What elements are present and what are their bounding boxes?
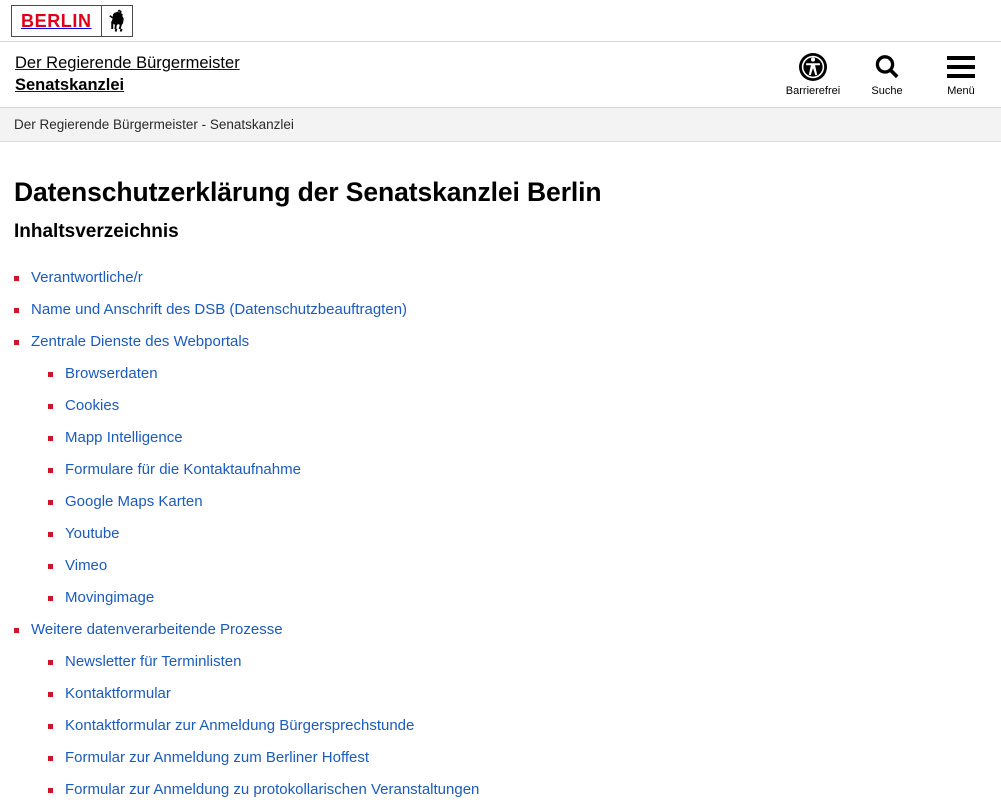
table-of-contents: Verantwortliche/r Name und Anschrift des … <box>14 262 987 806</box>
accessibility-icon <box>798 50 828 84</box>
bullet-square-icon <box>48 756 53 761</box>
bullet-square-icon <box>48 372 53 377</box>
toc-link[interactable]: Formulare für die Kontaktaufnahme <box>65 461 301 478</box>
toc-link[interactable]: Newsletter für Terminlisten <box>65 653 241 670</box>
berlin-logo-wordmark: BERLIN <box>21 10 92 31</box>
bullet-square-icon <box>14 276 19 281</box>
menu-label: Menü <box>947 85 975 97</box>
toc-link[interactable]: Formular zur Anmeldung zum Berliner Hoff… <box>65 749 369 766</box>
toc-item: Youtube <box>48 518 987 550</box>
toc-link[interactable]: Zentrale Dienste des Webportals <box>31 333 249 350</box>
search-label: Suche <box>871 85 903 97</box>
search-icon <box>872 50 902 84</box>
toc-item: Kontaktformular <box>48 678 987 710</box>
toc-item: Browserdaten <box>48 358 987 390</box>
header-tools: Barrierefrei Suche Menü <box>785 50 989 97</box>
toc-link[interactable]: Youtube <box>65 525 120 542</box>
bullet-square-icon <box>48 692 53 697</box>
toc-item: Verantwortliche/r <box>14 262 987 294</box>
site-title-primary: Der Regierende Bürgermeister <box>15 54 240 72</box>
accessibility-label: Barrierefrei <box>785 85 841 97</box>
bullet-square-icon <box>48 500 53 505</box>
bullet-square-icon <box>14 628 19 633</box>
toc-heading: Inhaltsverzeichnis <box>14 221 179 242</box>
toc-link[interactable]: Cookies <box>65 397 119 414</box>
toc-item: Movingimage <box>48 582 987 614</box>
bullet-square-icon <box>14 308 19 313</box>
toc-item: Name und Anschrift des DSB (Datenschutzb… <box>14 294 987 326</box>
toc-item: Mapp Intelligence <box>48 422 987 454</box>
toc-item: Formulare für die Kontaktaufnahme <box>48 454 987 486</box>
breadcrumb: Der Regierende Bürgermeister - Senatskan… <box>0 108 1001 142</box>
toc-link[interactable]: Mapp Intelligence <box>65 429 183 446</box>
breadcrumb-item[interactable]: Der Regierende Bürgermeister - Senatskan… <box>14 117 294 132</box>
accessibility-button[interactable]: Barrierefrei <box>785 50 841 97</box>
toc-link[interactable]: Kontaktformular zur Anmeldung Bürgerspre… <box>65 717 414 734</box>
toc-link[interactable]: Browserdaten <box>65 365 158 382</box>
toc-link[interactable]: Name und Anschrift des DSB (Datenschutzb… <box>31 301 407 318</box>
toc-item: Weitere datenverarbeitende Prozesse Newsl… <box>14 614 987 806</box>
logo-bar: BERLIN <box>0 0 1001 42</box>
toc-item: Formular zur Anmeldung zum Berliner Hoff… <box>48 742 987 774</box>
toc-link[interactable]: Movingimage <box>65 589 154 606</box>
toc-item: Newsletter für Terminlisten <box>48 646 987 678</box>
toc-item: Zentrale Dienste des Webportals Browserda… <box>14 326 987 614</box>
toc-sublist: Browserdaten Cookies Mapp Intelligence Form… <box>31 358 987 614</box>
bullet-square-icon <box>48 596 53 601</box>
menu-button[interactable]: Menü <box>933 50 989 97</box>
site-title-link[interactable]: Der Regierende Bürgermeister Senatskanzl… <box>15 53 240 97</box>
berlin-bear-icon <box>102 6 132 36</box>
bullet-square-icon <box>48 532 53 537</box>
bullet-square-icon <box>48 468 53 473</box>
toc-item: Vimeo <box>48 550 987 582</box>
main-content: Datenschutzerklärung der Senatskanzlei B… <box>0 177 1001 806</box>
toc-item: Cookies <box>48 390 987 422</box>
toc-link[interactable]: Verantwortliche/r <box>31 269 143 286</box>
toc-link[interactable]: Kontaktformular <box>65 685 171 702</box>
toc-sublist: Newsletter für Terminlisten Kontaktformul… <box>31 646 987 806</box>
berlin-logo[interactable]: BERLIN <box>11 5 133 37</box>
toc-item: Google Maps Karten <box>48 486 987 518</box>
bullet-square-icon <box>48 564 53 569</box>
bullet-square-icon <box>48 436 53 441</box>
search-button[interactable]: Suche <box>859 50 915 97</box>
toc-link[interactable]: Weitere datenverarbeitende Prozesse <box>31 621 283 638</box>
site-title-secondary: Senatskanzlei <box>15 75 125 94</box>
toc-link[interactable]: Formular zur Anmeldung zu protokollarisc… <box>65 781 479 798</box>
site-header: Der Regierende Bürgermeister Senatskanzl… <box>0 42 1001 108</box>
bullet-square-icon <box>48 788 53 793</box>
toc-link[interactable]: Google Maps Karten <box>65 493 203 510</box>
hamburger-menu-icon <box>947 50 975 84</box>
page-title: Datenschutzerklärung der Senatskanzlei B… <box>14 177 602 207</box>
toc-item: Kontaktformular zur Anmeldung Bürgerspre… <box>48 710 987 742</box>
bullet-square-icon <box>48 660 53 665</box>
bullet-square-icon <box>48 724 53 729</box>
toc-item: Formular zur Anmeldung zu protokollarisc… <box>48 774 987 806</box>
bullet-square-icon <box>14 340 19 345</box>
toc-link[interactable]: Vimeo <box>65 557 107 574</box>
bullet-square-icon <box>48 404 53 409</box>
